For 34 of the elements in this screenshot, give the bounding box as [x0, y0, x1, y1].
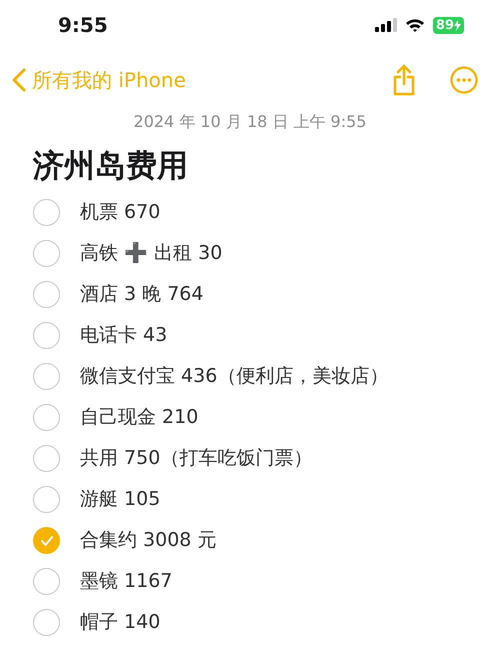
wifi-icon: [404, 18, 425, 32]
status-time: 9:55: [58, 12, 108, 39]
checklist-item-text: 机票 670: [80, 200, 160, 226]
checklist-checkbox[interactable]: [33, 445, 60, 472]
checklist-item-text: 帽子 140: [80, 610, 160, 636]
checklist-item-text: 微信支付宝 436（便利店，美妆店）: [80, 364, 388, 390]
checklist-checkbox[interactable]: [33, 363, 60, 390]
checklist-checkbox[interactable]: [33, 240, 60, 267]
checklist-item-text: 自己现金 210: [80, 405, 198, 430]
checklist-checkbox[interactable]: [33, 199, 60, 226]
back-button[interactable]: 所有我的 iPhone: [12, 65, 186, 95]
checklist-item-text: 共用 750（打车吃饭门票）: [80, 446, 312, 472]
checklist-item-text: 酒店 3 晚 764: [80, 282, 204, 308]
signal-icon: [374, 18, 397, 32]
checklist-checkbox[interactable]: [33, 568, 60, 595]
share-icon[interactable]: [392, 64, 416, 96]
checklist-checkbox[interactable]: [33, 322, 60, 349]
checkmark-icon: [40, 534, 54, 546]
checklist-item-text: 高铁 ➕ 出租 30: [80, 241, 222, 266]
checklist-checkbox[interactable]: [33, 527, 60, 554]
bolt-icon: [454, 20, 461, 30]
checklist-checkbox[interactable]: [33, 281, 60, 308]
chevron-left-icon: [12, 68, 26, 92]
note-date: 2024 年 10 月 18 日 上午 9:55: [134, 111, 366, 133]
checklist-item-text: 电话卡 43: [80, 323, 168, 348]
more-icon[interactable]: [450, 66, 478, 94]
checklist-item-text: 合集约 3008 元: [80, 528, 216, 554]
checklist-item-text: 游艇 105: [80, 487, 160, 512]
checklist-checkbox[interactable]: [33, 486, 60, 513]
battery-indicator: 89: [432, 16, 464, 34]
checklist-checkbox[interactable]: [33, 609, 60, 636]
checklist-checkbox[interactable]: [33, 404, 60, 431]
note-title: 济州岛费用: [33, 147, 189, 186]
checklist-item-text: 墨镜 1167: [80, 569, 172, 594]
